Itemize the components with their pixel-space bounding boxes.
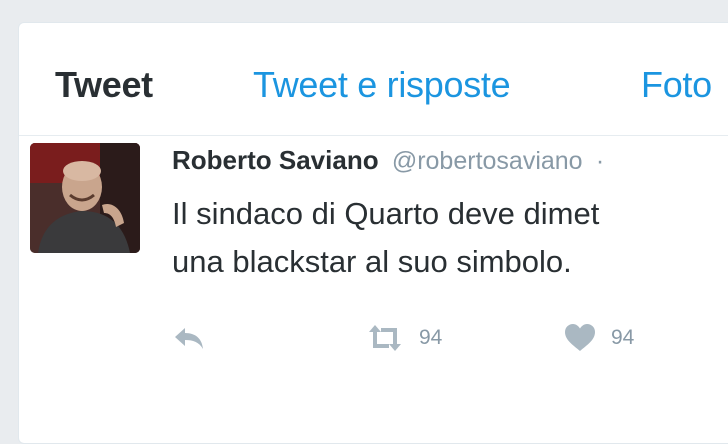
retweet-button[interactable]: 94 [365,318,442,358]
tweet-header: Roberto Saviano @robertosaviano · [172,143,604,178]
tab-tweets-and-replies[interactable]: Tweet e risposte [253,63,511,107]
tab-photo[interactable]: Foto [641,63,712,107]
separator-dot: · [595,147,605,175]
tweet-text-line: Il sindaco di Quarto deve dimet [172,196,600,231]
reply-icon [172,324,206,352]
reply-button[interactable] [172,318,206,358]
like-count: 94 [611,326,635,349]
tweet-actions: 94 94 [0,318,728,358]
profile-tabs: Tweet Tweet e risposte Foto [19,23,728,136]
tweet-text: Il sindaco di Quarto deve dimet una blac… [172,190,728,286]
author-name[interactable]: Roberto Saviano [172,145,379,175]
retweet-icon [365,324,405,352]
like-button[interactable]: 94 [563,318,634,358]
retweet-count: 94 [419,326,443,349]
tab-tweet[interactable]: Tweet [55,63,153,107]
tweet-text-line: una blackstar al suo simbolo. [172,244,572,279]
author-handle[interactable]: @robertosaviano [392,147,583,175]
avatar[interactable] [30,143,140,253]
heart-icon [563,323,597,353]
